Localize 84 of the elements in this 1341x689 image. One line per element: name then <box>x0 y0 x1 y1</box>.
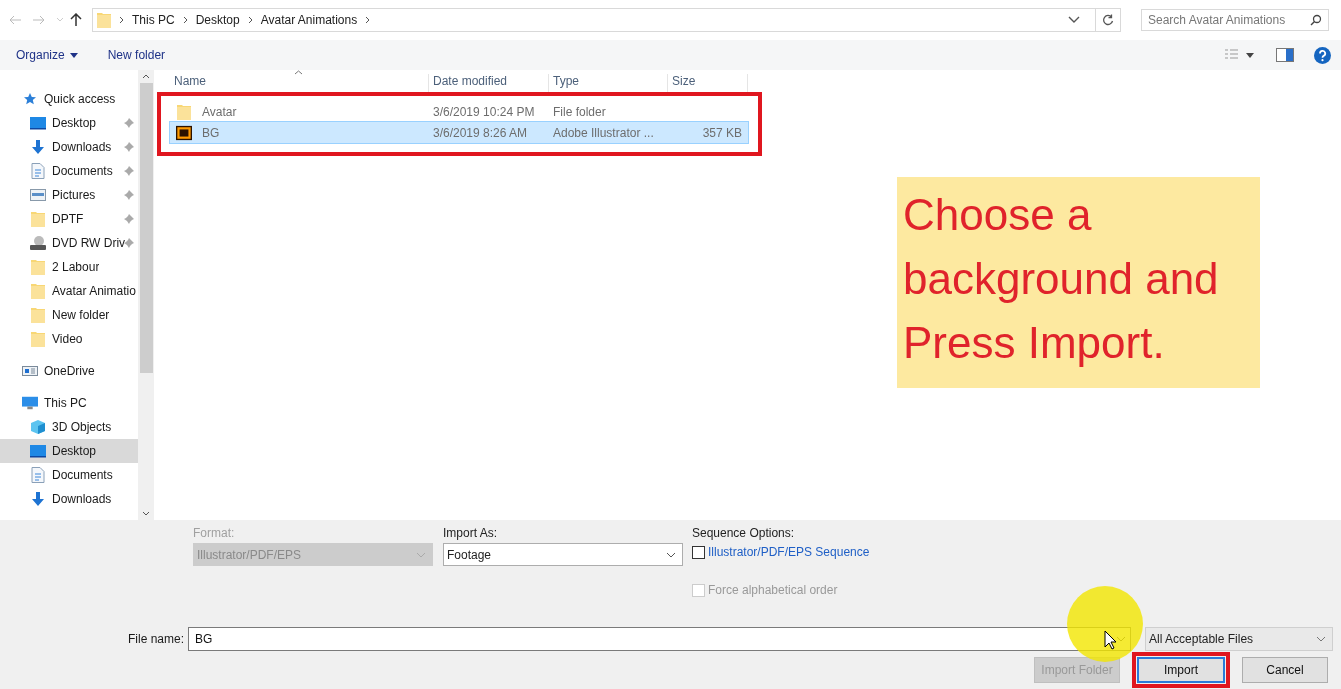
document-icon <box>30 163 46 179</box>
sidebar-item[interactable]: Avatar Animatio <box>0 279 138 303</box>
desktop-icon <box>30 444 46 458</box>
dialog-button[interactable]: Cancel <box>1242 657 1328 683</box>
cube-icon <box>30 419 46 435</box>
type-cell-text: File folder <box>552 104 607 119</box>
drive-icon <box>22 364 38 378</box>
dialog-button[interactable]: Import <box>1137 657 1225 683</box>
field-label: Sequence Options: <box>692 526 796 540</box>
field-label: Format: <box>193 526 236 540</box>
dropdown[interactable]: Footage <box>443 543 683 566</box>
sidebar-item[interactable]: Quick access <box>0 87 138 111</box>
file-row[interactable]: Avatar 3/6/2019 10:24 PM File folder <box>170 101 748 122</box>
sidebar-item[interactable]: OneDrive <box>0 359 138 383</box>
chevron-right-icon[interactable] <box>247 16 253 24</box>
column-header[interactable]: Date modified <box>429 74 549 92</box>
download-icon <box>30 491 46 507</box>
field-label: Import As: <box>443 526 499 540</box>
folder-icon <box>30 211 46 227</box>
sidebar-item[interactable]: DPTF <box>0 207 138 231</box>
sort-ascending-icon <box>294 70 303 75</box>
organize-menu[interactable]: Organize <box>16 48 78 62</box>
search-icon <box>1310 14 1322 26</box>
folder-icon <box>30 307 46 323</box>
sidebar-item[interactable]: Documents <box>0 159 138 183</box>
column-header[interactable]: Type <box>549 74 668 92</box>
folder-icon <box>30 259 46 275</box>
cursor-icon <box>1104 630 1118 650</box>
scroll-down-icon[interactable] <box>142 511 150 516</box>
desktop-icon <box>30 116 46 130</box>
checkbox[interactable]: Illustrator/PDF/EPS Sequence <box>692 545 870 559</box>
download-icon <box>30 139 46 155</box>
star-icon <box>22 92 38 106</box>
computer-icon <box>22 395 38 411</box>
picture-icon <box>30 188 46 202</box>
date-cell-text: 3/6/2019 10:24 PM <box>432 104 536 119</box>
help-icon[interactable] <box>1314 46 1331 64</box>
breadcrumb[interactable]: This PC <box>132 13 175 27</box>
sidebar-item[interactable]: 3D Objects <box>0 415 138 439</box>
field-label: File name: <box>128 632 185 646</box>
document-icon <box>30 467 46 483</box>
file-name: BG <box>201 125 220 140</box>
sidebar-item[interactable]: Video <box>0 327 138 351</box>
sidebar-item[interactable]: Downloads <box>0 135 138 159</box>
folder-icon <box>30 331 46 347</box>
date-cell-text: 3/6/2019 8:26 AM <box>432 125 529 140</box>
folder-icon <box>97 12 111 28</box>
sidebar-item[interactable]: DVD RW Driv <box>0 231 138 255</box>
sidebar-item[interactable]: Documents <box>0 463 138 487</box>
file-type-dropdown[interactable]: All Acceptable Files <box>1145 627 1334 651</box>
preview-pane-icon[interactable] <box>1276 48 1294 62</box>
sidebar-item[interactable]: Pictures <box>0 183 138 207</box>
sidebar-item[interactable]: New folder <box>0 303 138 327</box>
file-name: Avatar <box>201 104 237 119</box>
column-header[interactable]: Name <box>170 74 429 92</box>
sidebar-item[interactable]: Desktop <box>0 111 138 135</box>
sidebar-item[interactable]: Desktop <box>0 439 138 463</box>
file-row[interactable]: BG 3/6/2019 8:26 AM Adobe Illustrator ... 357 KB <box>170 122 748 143</box>
up-arrow-icon[interactable] <box>70 13 82 27</box>
chevron-down-icon <box>416 551 426 558</box>
column-header[interactable]: Size <box>668 74 748 92</box>
size-cell-text: 357 KB <box>701 125 743 140</box>
disc-drive-icon <box>30 235 46 251</box>
folder-icon <box>30 283 46 299</box>
view-options-icon[interactable] <box>1224 48 1256 62</box>
chevron-right-icon[interactable] <box>119 16 124 24</box>
address-bar[interactable]: This PC Desktop Avatar Animations <box>92 8 1121 32</box>
chevron-right-icon[interactable] <box>182 16 188 24</box>
new-folder-button[interactable]: New folder <box>107 48 166 62</box>
scrollbar-thumb[interactable] <box>139 83 153 373</box>
caret-icon <box>69 52 78 58</box>
search-field[interactable]: Search Avatar Animations <box>1141 9 1329 31</box>
breadcrumb[interactable]: Desktop <box>195 13 240 27</box>
chevron-down-icon <box>666 551 676 558</box>
type-cell-text: Adobe Illustrator ... <box>552 125 655 140</box>
scroll-up-icon[interactable] <box>142 74 150 79</box>
breadcrumb[interactable]: Avatar Animations <box>260 13 358 27</box>
chevron-right-icon[interactable] <box>365 16 371 24</box>
sidebar-item[interactable]: This PC <box>0 391 138 415</box>
sidebar-item[interactable]: 2 Labour <box>0 255 138 279</box>
annotation-note: Choose a background and Press Import. <box>897 177 1260 388</box>
sidebar-item[interactable]: Downloads <box>0 487 138 511</box>
chevron-down-icon <box>1316 636 1327 642</box>
refresh-icon[interactable] <box>1102 14 1114 26</box>
